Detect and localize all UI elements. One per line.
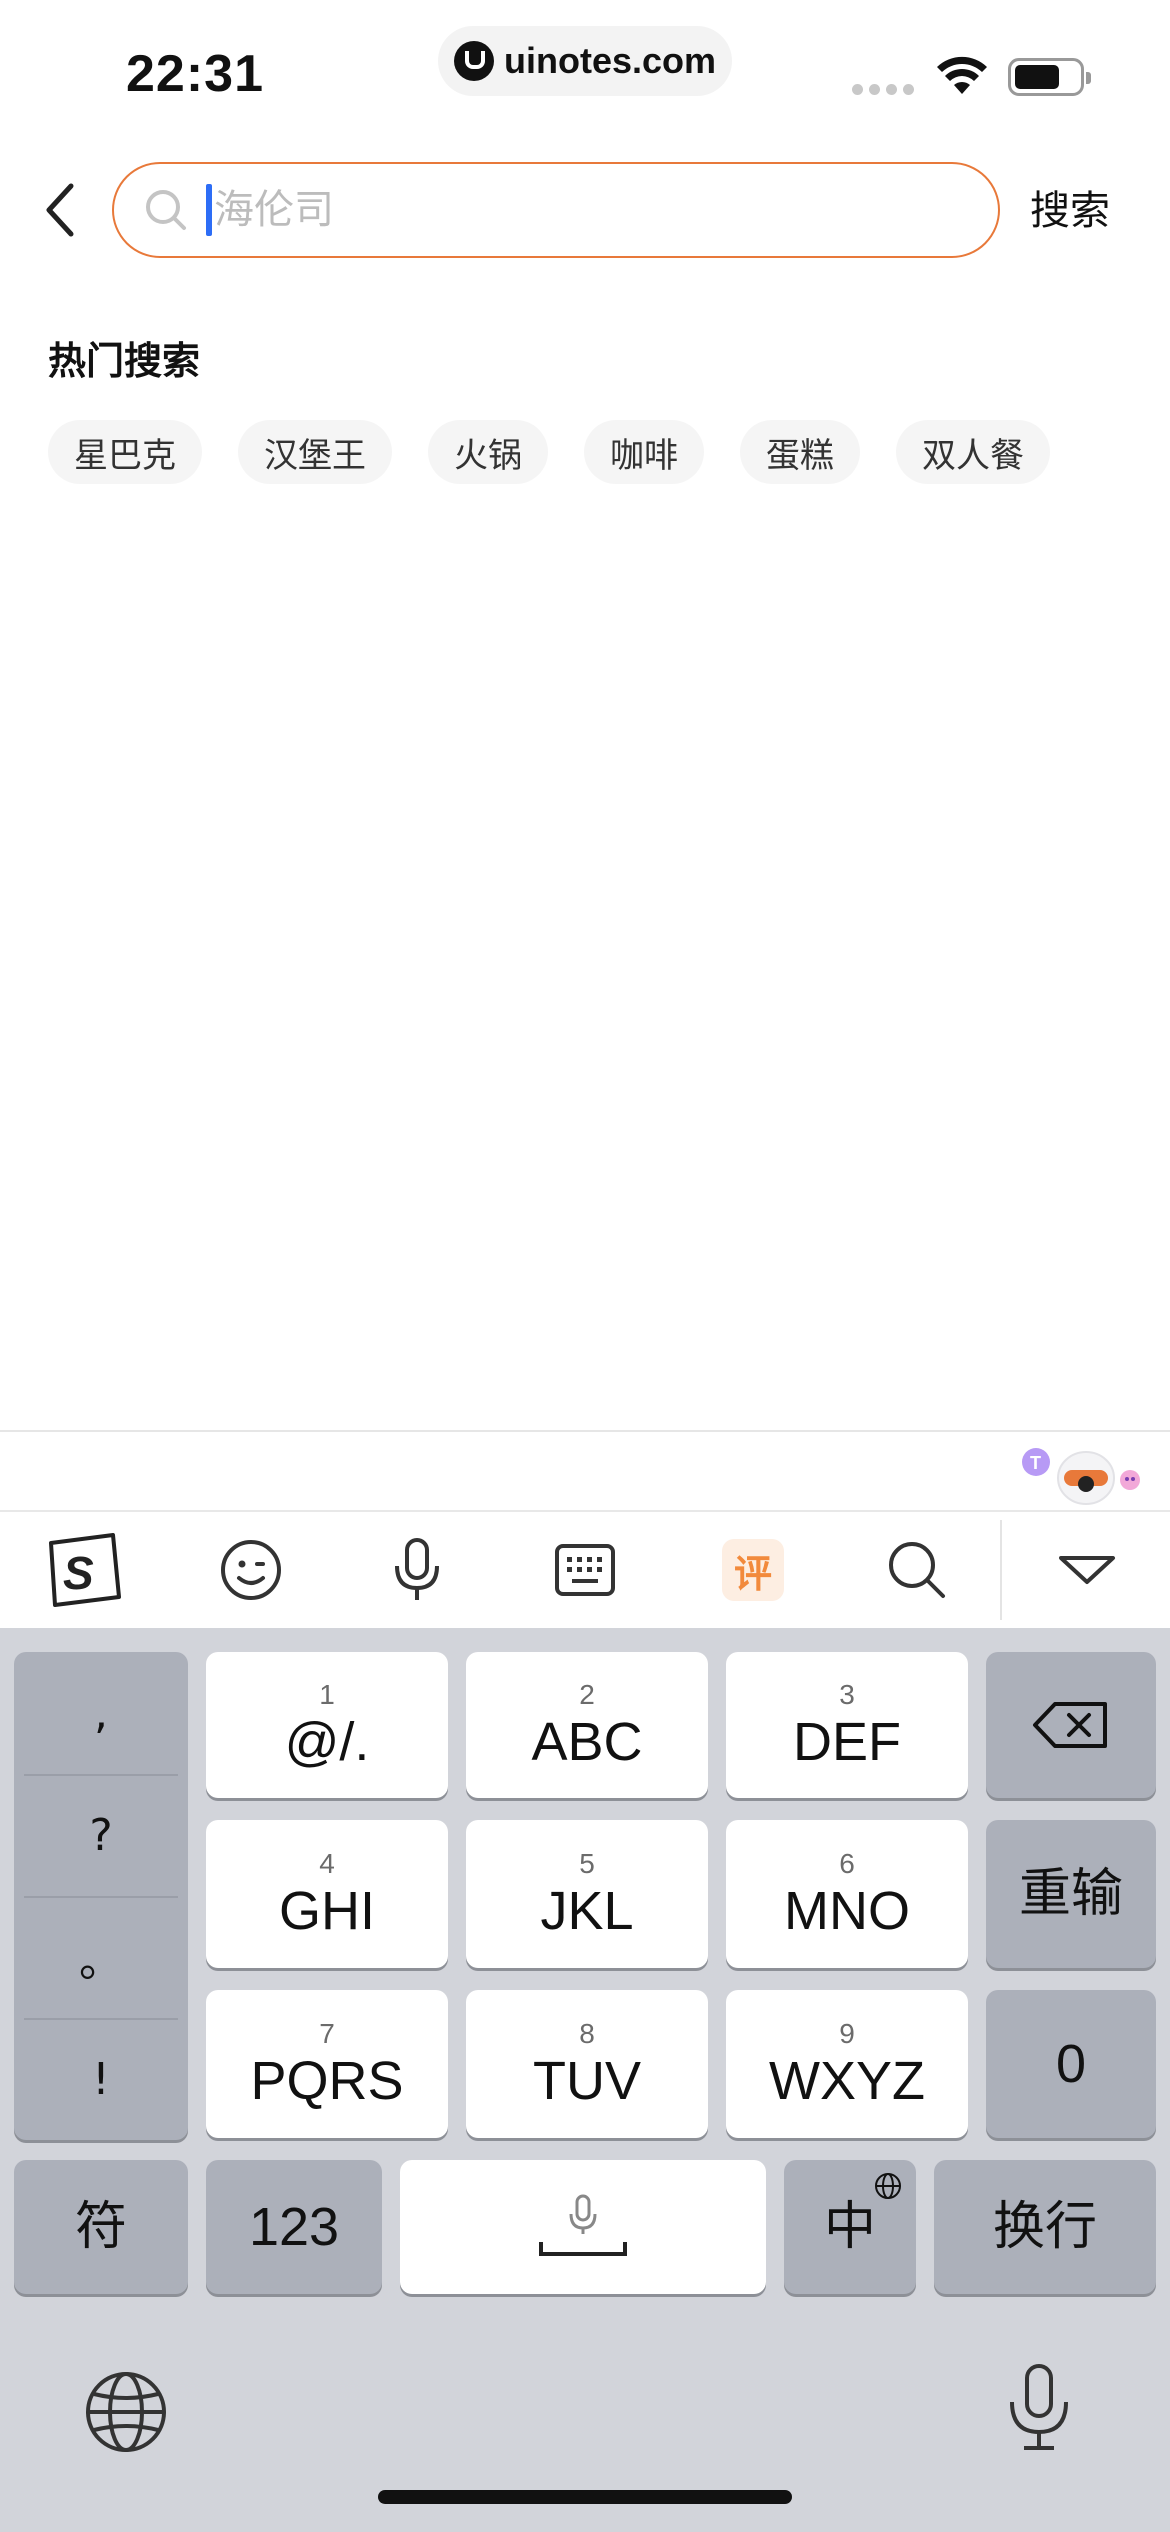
key-label: GHI xyxy=(278,1881,375,1941)
sogou-logo-icon[interactable]: S xyxy=(38,1525,128,1615)
svg-text:T: T xyxy=(1030,1453,1041,1473)
key-9[interactable]: 9 WXYZ xyxy=(726,1990,968,2138)
punct-period-key[interactable]: 。 xyxy=(14,1896,188,2018)
search-input[interactable] xyxy=(214,187,914,233)
key-1[interactable]: 1 @/. xyxy=(206,1652,448,1798)
punct-comma-key[interactable]: , xyxy=(14,1652,188,1774)
key-8[interactable]: 8 TUV xyxy=(466,1990,708,2138)
keyboard-search-icon[interactable] xyxy=(872,1525,962,1615)
punct-exclaim-key[interactable]: ! xyxy=(14,2018,188,2140)
key-number: 4 xyxy=(319,1848,335,1879)
punctuation-column: , ? 。 ! xyxy=(14,1652,188,2140)
search-submit-button[interactable]: 搜索 xyxy=(1030,178,1110,236)
backspace-icon xyxy=(1033,1702,1107,1748)
search-icon xyxy=(146,190,186,230)
site-logo-icon xyxy=(454,41,494,81)
hot-search-tags: 星巴克 汉堡王 火锅 咖啡 蛋糕 双人餐 xyxy=(48,420,1050,484)
key-label: 123 xyxy=(248,2197,340,2257)
key-number: 7 xyxy=(319,2018,335,2049)
punct-question-key[interactable]: ? xyxy=(14,1774,188,1896)
key-label: 中 xyxy=(823,2197,876,2257)
key-label: JKL xyxy=(540,1881,634,1941)
globe-icon[interactable] xyxy=(82,2368,170,2456)
review-icon[interactable]: 评 xyxy=(708,1525,798,1615)
key-0[interactable]: 0 xyxy=(986,1990,1156,2138)
key-number: 8 xyxy=(579,2018,595,2049)
home-indicator xyxy=(378,2490,792,2504)
key-label: TUV xyxy=(533,2051,641,2111)
keyboard-switch-icon[interactable] xyxy=(540,1525,630,1615)
key-label: MNO xyxy=(784,1881,910,1941)
hot-tag[interactable]: 蛋糕 xyxy=(740,420,860,484)
emoji-icon[interactable] xyxy=(206,1525,296,1615)
status-time: 22:31 xyxy=(126,45,264,103)
key-6[interactable]: 6 MNO xyxy=(726,1820,968,1968)
key-2[interactable]: 2 ABC xyxy=(466,1652,708,1798)
collapse-keyboard-icon[interactable] xyxy=(1042,1525,1132,1615)
key-label: 0 xyxy=(1055,2034,1087,2094)
numeric-key[interactable]: 123 xyxy=(206,2160,382,2294)
chevron-left-icon xyxy=(46,183,74,237)
space-key[interactable] xyxy=(400,2160,766,2294)
hot-tag[interactable]: 双人餐 xyxy=(896,420,1050,484)
mascot-icon[interactable]: T xyxy=(1016,1440,1146,1506)
svg-text:S: S xyxy=(63,1547,94,1599)
key-label: PQRS xyxy=(250,2051,404,2111)
small-globe-icon xyxy=(875,2173,901,2199)
return-key[interactable]: 换行 xyxy=(934,2160,1156,2294)
key-label: 换行 xyxy=(992,2197,1097,2257)
key-label: @/. xyxy=(284,1712,370,1772)
key-number: 5 xyxy=(579,1848,595,1879)
keyboard-candidate-strip xyxy=(0,1430,1170,1510)
status-bar: 22:31 uinotes.com xyxy=(0,0,1170,140)
voice-input-icon[interactable] xyxy=(372,1525,462,1615)
reset-key[interactable]: 重输 xyxy=(986,1820,1156,1968)
key-number: 2 xyxy=(579,1679,595,1710)
hot-tag[interactable]: 汉堡王 xyxy=(238,420,392,484)
hot-tag[interactable]: 咖啡 xyxy=(584,420,704,484)
key-number: 1 xyxy=(319,1679,335,1710)
url-pill[interactable]: uinotes.com xyxy=(438,26,732,96)
wifi-icon xyxy=(937,56,987,94)
key-number: 6 xyxy=(839,1848,855,1879)
key-label: WXYZ xyxy=(769,2051,925,2111)
key-3[interactable]: 3 DEF xyxy=(726,1652,968,1798)
hot-tag[interactable]: 火锅 xyxy=(428,420,548,484)
cellular-signal-icon xyxy=(852,84,914,95)
key-label: ABC xyxy=(531,1712,643,1772)
delete-key[interactable] xyxy=(986,1652,1156,1798)
dictation-mic-icon[interactable] xyxy=(1004,2362,1074,2454)
key-number: 3 xyxy=(839,1679,855,1710)
language-key[interactable]: 中 xyxy=(784,2160,916,2294)
key-label: DEF xyxy=(793,1712,901,1772)
toolbar-divider xyxy=(1000,1520,1002,1620)
battery-icon xyxy=(1008,58,1091,96)
key-label: 符 xyxy=(74,2197,127,2257)
hot-tag[interactable]: 星巴克 xyxy=(48,420,202,484)
key-label: 重输 xyxy=(1018,1864,1123,1924)
search-field[interactable] xyxy=(112,162,1000,258)
key-7[interactable]: 7 PQRS xyxy=(206,1990,448,2138)
back-button[interactable] xyxy=(30,170,90,250)
url-text: uinotes.com xyxy=(504,40,717,81)
symbol-key[interactable]: 符 xyxy=(14,2160,188,2294)
key-4[interactable]: 4 GHI xyxy=(206,1820,448,1968)
hot-search-title: 热门搜索 xyxy=(48,339,201,383)
text-caret xyxy=(206,184,212,236)
key-number: 9 xyxy=(839,2018,855,2049)
space-mic-icon xyxy=(539,2194,627,2256)
key-5[interactable]: 5 JKL xyxy=(466,1820,708,1968)
